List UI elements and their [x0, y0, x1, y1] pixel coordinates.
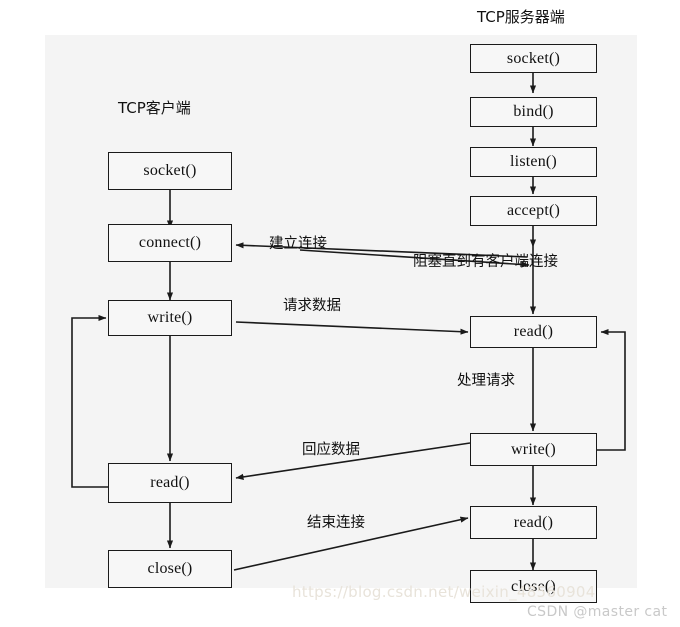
edge-label-request-data: 请求数据	[283, 298, 341, 314]
edge-label-finish-connection: 结束连接	[307, 515, 365, 531]
client-node-close[interactable]: close()	[108, 550, 232, 588]
client-node-write[interactable]: write()	[108, 300, 232, 336]
server-node-socket[interactable]: socket()	[470, 44, 597, 73]
client-node-socket[interactable]: socket()	[108, 152, 232, 190]
watermark-author: CSDN @master cat	[527, 604, 668, 620]
client-node-read[interactable]: read()	[108, 463, 232, 503]
server-column-title: TCP服务器端	[477, 8, 565, 26]
client-node-connect[interactable]: connect()	[108, 224, 232, 262]
server-node-accept[interactable]: accept()	[470, 196, 597, 226]
edge-label-response-data: 回应数据	[302, 442, 360, 458]
client-column-title: TCP客户端	[118, 99, 191, 117]
server-node-read-close[interactable]: read()	[470, 506, 597, 539]
diagram-canvas: TCP客户端 TCP服务器端 socket() connect() write(…	[0, 0, 680, 627]
server-node-close[interactable]: close()	[470, 570, 597, 603]
server-node-write[interactable]: write()	[470, 433, 597, 466]
edge-label-block-until-client: 阻塞直到有客户端连接	[413, 254, 558, 270]
server-node-read-request[interactable]: read()	[470, 316, 597, 348]
server-node-listen[interactable]: listen()	[470, 147, 597, 177]
server-node-bind[interactable]: bind()	[470, 97, 597, 127]
edge-label-process-request: 处理请求	[457, 373, 515, 389]
edge-label-establish-connection: 建立连接	[269, 236, 327, 252]
